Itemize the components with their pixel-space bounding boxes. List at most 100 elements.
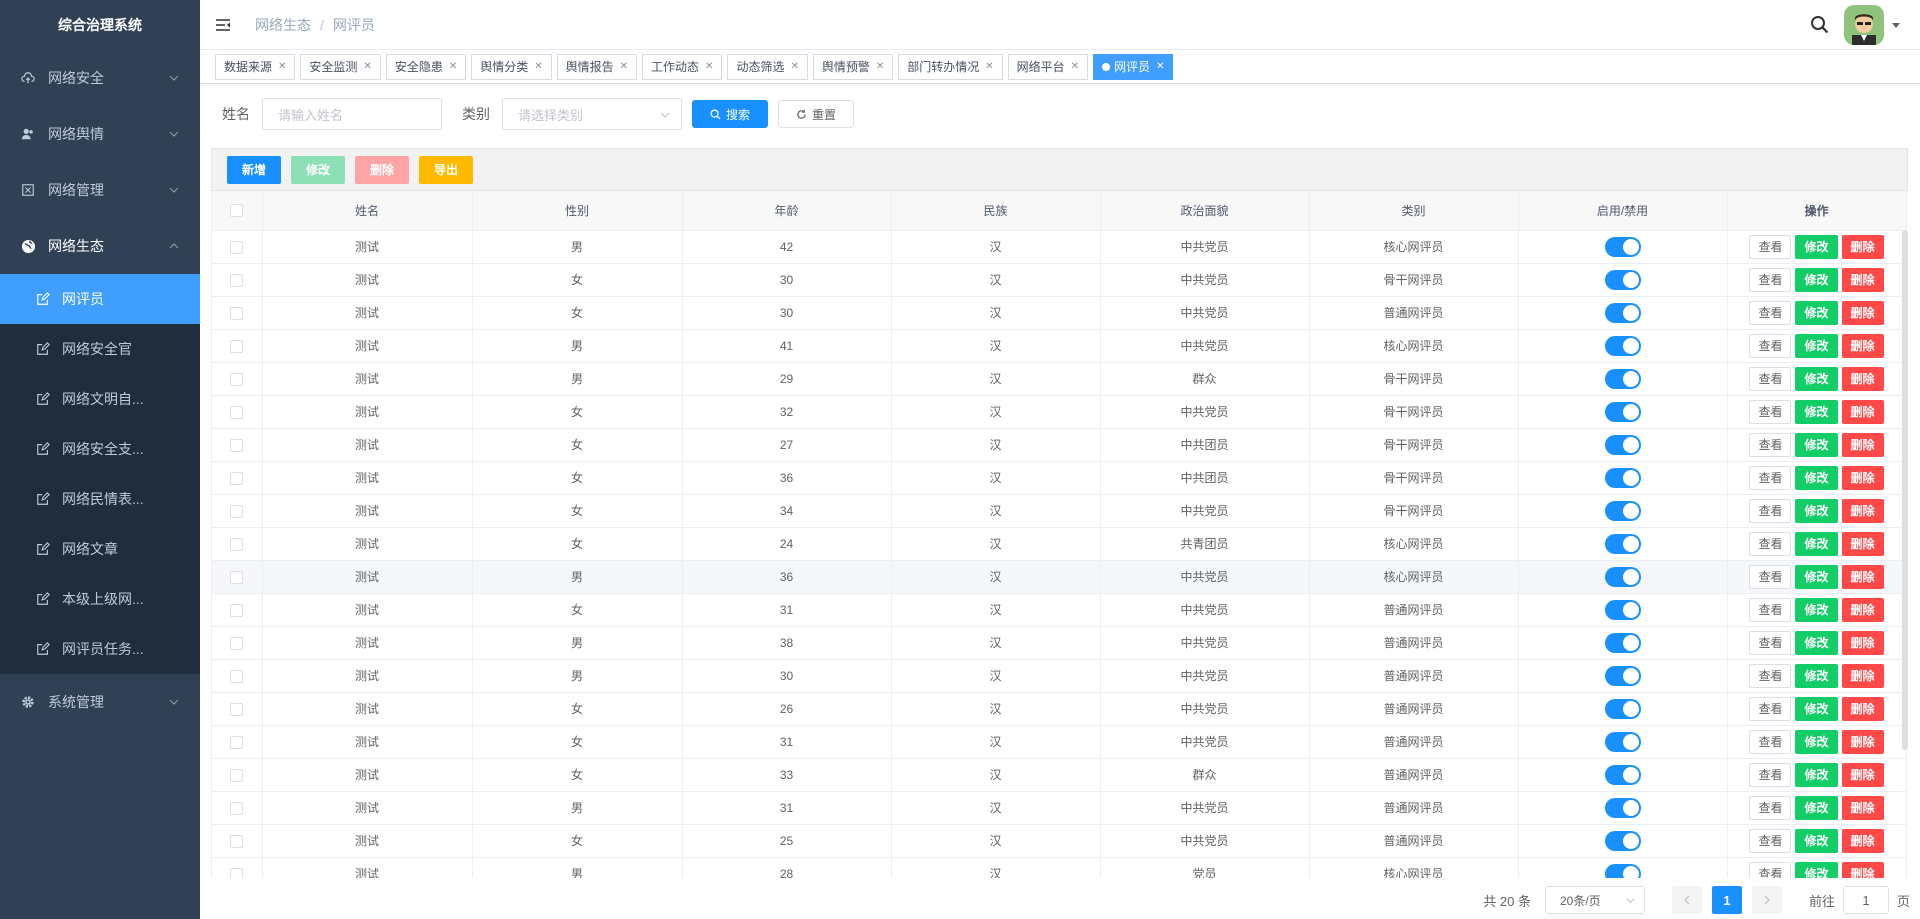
type-select[interactable]: 请选择类别 [502,98,682,130]
row-checkbox[interactable] [230,405,244,419]
caret-down-icon[interactable] [1892,21,1900,29]
view-button[interactable]: 查看 [1749,861,1792,878]
table-row[interactable]: 测试女 24 汉共青团员 核心网评员 查看 修改 删除 [212,527,1907,561]
goto-page-input[interactable]: 1 [1842,886,1889,914]
row-edit-button[interactable]: 修改 [1795,432,1838,457]
table-row[interactable]: 测试女 32 汉中共党员 骨干网评员 查看 修改 删除 [212,395,1907,429]
select-all-checkbox[interactable] [230,204,244,218]
enable-toggle[interactable] [1604,335,1641,356]
row-delete-button[interactable]: 删除 [1841,366,1884,391]
row-delete-button[interactable]: 删除 [1841,729,1884,754]
row-delete-button[interactable]: 删除 [1841,234,1884,259]
tag-opinion-report[interactable]: 舆情报告 ✕ [556,53,638,80]
row-checkbox[interactable] [230,306,244,320]
close-icon[interactable]: ✕ [876,55,884,79]
close-icon[interactable]: ✕ [705,55,713,79]
row-edit-button[interactable]: 修改 [1795,465,1838,490]
view-button[interactable]: 查看 [1749,234,1792,259]
delete-button[interactable]: 删除 [355,155,410,184]
view-button[interactable]: 查看 [1749,630,1792,655]
row-edit-button[interactable]: 修改 [1795,597,1838,622]
row-delete-button[interactable]: 删除 [1841,267,1884,292]
close-icon[interactable]: ✕ [1156,55,1164,79]
view-button[interactable]: 查看 [1749,729,1792,754]
sidebar-item-public-opinion[interactable]: 网络民情表... [0,474,200,524]
view-button[interactable]: 查看 [1749,663,1792,688]
enable-toggle[interactable] [1604,533,1641,554]
table-row[interactable]: 测试男 28 汉党员 核心网评员 查看 修改 删除 [212,857,1907,878]
view-button[interactable]: 查看 [1749,399,1792,424]
row-edit-button[interactable]: 修改 [1795,762,1838,787]
row-checkbox[interactable] [230,372,244,386]
tag-security-monitor[interactable]: 安全监测 ✕ [300,53,381,80]
table-row[interactable]: 测试男 30 汉中共党员 普通网评员 查看 修改 删除 [212,659,1907,693]
sidebar-item-articles[interactable]: 网络文章 [0,524,200,574]
enable-toggle[interactable] [1604,863,1641,878]
row-edit-button[interactable]: 修改 [1795,300,1838,325]
view-button[interactable]: 查看 [1749,597,1792,622]
table-row[interactable]: 测试女 34 汉中共党员 骨干网评员 查看 修改 删除 [212,494,1907,528]
table-row[interactable]: 测试男 31 汉中共党员 普通网评员 查看 修改 删除 [212,791,1907,825]
tag-opinion-alert[interactable]: 舆情预警 ✕ [812,53,894,80]
avatar[interactable] [1844,5,1884,45]
enable-toggle[interactable] [1604,467,1641,488]
sidebar-item-civilization[interactable]: 网络文明自... [0,374,200,424]
row-edit-button[interactable]: 修改 [1795,828,1838,853]
table-row[interactable]: 测试男 42 汉中共党员 核心网评员 查看 修改 删除 [212,230,1907,264]
row-delete-button[interactable]: 删除 [1841,465,1884,490]
row-checkbox[interactable] [230,867,244,878]
row-checkbox[interactable] [230,339,244,353]
row-delete-button[interactable]: 删除 [1841,432,1884,457]
row-delete-button[interactable]: 删除 [1841,663,1884,688]
row-checkbox[interactable] [230,471,244,485]
vertical-scrollbar[interactable] [1902,230,1908,750]
next-page-button[interactable] [1751,886,1782,914]
row-checkbox[interactable] [230,768,244,782]
table-row[interactable]: 测试女 26 汉中共党员 普通网评员 查看 修改 删除 [212,692,1907,726]
row-edit-button[interactable]: 修改 [1795,333,1838,358]
enable-toggle[interactable] [1604,698,1641,719]
search-button[interactable]: 搜索 [692,100,768,128]
close-icon[interactable]: ✕ [278,55,286,79]
row-delete-button[interactable]: 删除 [1841,399,1884,424]
view-button[interactable]: 查看 [1749,498,1792,523]
sidebar-item-superior-network[interactable]: 本级上级网... [0,574,200,624]
enable-toggle[interactable] [1604,401,1641,422]
tag-security-risk[interactable]: 安全隐患 ✕ [385,53,467,80]
row-delete-button[interactable]: 删除 [1841,333,1884,358]
table-row[interactable]: 测试女 30 汉中共党员 骨干网评员 查看 修改 删除 [212,263,1907,297]
row-edit-button[interactable]: 修改 [1795,861,1838,878]
table-row[interactable]: 测试男 36 汉中共党员 核心网评员 查看 修改 删除 [212,560,1907,594]
view-button[interactable]: 查看 [1749,828,1792,853]
row-delete-button[interactable]: 删除 [1841,630,1884,655]
close-icon[interactable]: ✕ [363,55,371,79]
row-checkbox[interactable] [230,801,244,815]
view-button[interactable]: 查看 [1749,267,1792,292]
row-checkbox[interactable] [230,537,244,551]
row-delete-button[interactable]: 删除 [1841,597,1884,622]
row-edit-button[interactable]: 修改 [1795,729,1838,754]
enable-toggle[interactable] [1604,236,1641,257]
enable-toggle[interactable] [1604,665,1641,686]
menu-system-management[interactable]: 系统管理 [0,674,200,730]
enable-toggle[interactable] [1604,731,1641,752]
row-checkbox[interactable] [230,603,244,617]
breadcrumb-item[interactable]: 网络生态 [255,15,311,35]
row-edit-button[interactable]: 修改 [1795,663,1838,688]
row-checkbox[interactable] [230,570,244,584]
enable-toggle[interactable] [1604,368,1641,389]
row-delete-button[interactable]: 删除 [1841,795,1884,820]
enable-toggle[interactable] [1604,830,1641,851]
row-edit-button[interactable]: 修改 [1795,564,1838,589]
tag-department-transfer[interactable]: 部门转办情况 ✕ [898,53,1003,80]
row-delete-button[interactable]: 删除 [1841,300,1884,325]
tag-dynamic-filter[interactable]: 动态筛选 ✕ [727,53,808,80]
view-button[interactable]: 查看 [1749,432,1792,457]
table-row[interactable]: 测试女 27 汉中共团员 骨干网评员 查看 修改 删除 [212,428,1907,462]
close-icon[interactable]: ✕ [790,55,798,79]
enable-toggle[interactable] [1604,599,1641,620]
menu-network-security[interactable]: 网络安全 [0,50,200,106]
page-number-current[interactable]: 1 [1711,886,1742,914]
view-button[interactable]: 查看 [1749,795,1792,820]
tag-commentator[interactable]: 网评员 ✕ [1093,53,1174,80]
